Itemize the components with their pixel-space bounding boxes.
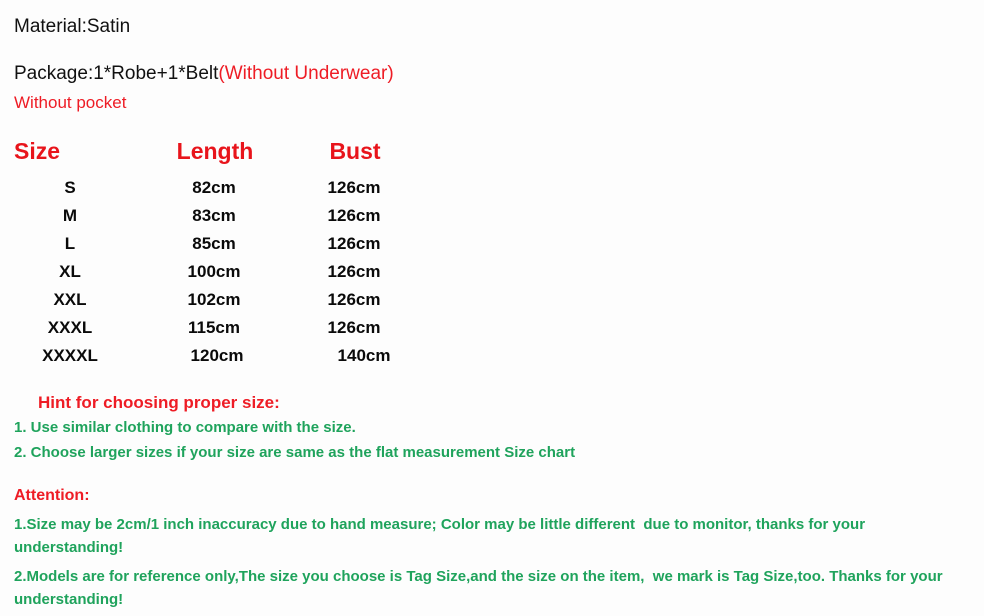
cell-bust: 126cm <box>327 262 381 281</box>
cell-length: 83cm <box>192 206 236 225</box>
table-row: XL 100cm 126cm <box>0 258 420 286</box>
product-size-info-page: Material:Satin Package:1*Robe+1*Belt(Wit… <box>0 0 984 616</box>
size-chart-body: S 82cm 126cm M 83cm 126cm L 85cm 126cm X… <box>0 174 420 370</box>
attention-item-2: 2.Models are for reference only,The size… <box>14 568 947 608</box>
cell-size: XXXL <box>47 318 93 337</box>
cell-size: XXL <box>53 290 87 309</box>
size-chart-table: Size Length Bust S 82cm 126cm M 83cm 126… <box>0 138 420 370</box>
attention-item-1: 1.Size may be 2cm/1 inch inaccuracy due … <box>14 516 870 556</box>
cell-bust: 126cm <box>327 290 381 309</box>
cell-length: 115cm <box>188 318 240 337</box>
attention-title: Attention: <box>14 487 90 504</box>
table-row: M 83cm 126cm <box>0 202 420 230</box>
cell-length: 82cm <box>192 178 236 197</box>
column-header-bust: Bust <box>329 138 381 164</box>
hint-item-2: 2. Choose larger sizes if your size are … <box>14 444 576 461</box>
cell-length: 102cm <box>187 290 241 309</box>
package-line: Package:1*Robe+1*Belt(Without Underwear) <box>14 59 954 89</box>
cell-length: 100cm <box>187 262 241 281</box>
cell-bust: 126cm <box>327 234 381 253</box>
table-row: L 85cm 126cm <box>0 230 420 258</box>
cell-size: L <box>64 234 76 253</box>
cell-size: XXXXL <box>42 346 98 365</box>
attention-block: Attention: 1.Size may be 2cm/1 inch inac… <box>14 484 966 611</box>
table-header-row: Size Length Bust <box>0 138 420 174</box>
table-row: XXL 102cm 126cm <box>0 286 420 314</box>
size-chart-header: Size Length Bust <box>0 138 420 174</box>
cell-bust: 126cm <box>327 178 381 197</box>
cell-bust: 126cm <box>327 318 381 337</box>
cell-size: M <box>62 206 78 225</box>
hint-item-1: 1. Use similar clothing to compare with … <box>14 419 356 436</box>
cell-size: S <box>64 178 76 197</box>
table-row: XXXL 115cm 126cm <box>0 314 420 342</box>
column-header-size: Size <box>14 138 61 164</box>
material-line: Material:Satin <box>14 16 131 37</box>
package-main-text: Package:1*Robe+1*Belt <box>14 63 219 84</box>
product-details-block: Material:Satin Package:1*Robe+1*Belt(Wit… <box>14 12 954 116</box>
size-hint-block: Hint for choosing proper size: 1. Use si… <box>14 390 964 465</box>
cell-length: 85cm <box>192 234 236 253</box>
column-header-length: Length <box>176 138 254 164</box>
cell-bust: 140cm <box>337 346 391 365</box>
pocket-note-line: Without pocket <box>14 93 127 112</box>
table-row: XXXXL 120cm 140cm <box>0 342 420 370</box>
cell-bust: 126cm <box>327 206 381 225</box>
package-note-text: (Without Underwear) <box>218 63 394 84</box>
hint-title: Hint for choosing proper size: <box>38 393 280 412</box>
table-row: S 82cm 126cm <box>0 174 420 202</box>
cell-length: 120cm <box>190 346 244 365</box>
cell-size: XL <box>59 262 81 281</box>
